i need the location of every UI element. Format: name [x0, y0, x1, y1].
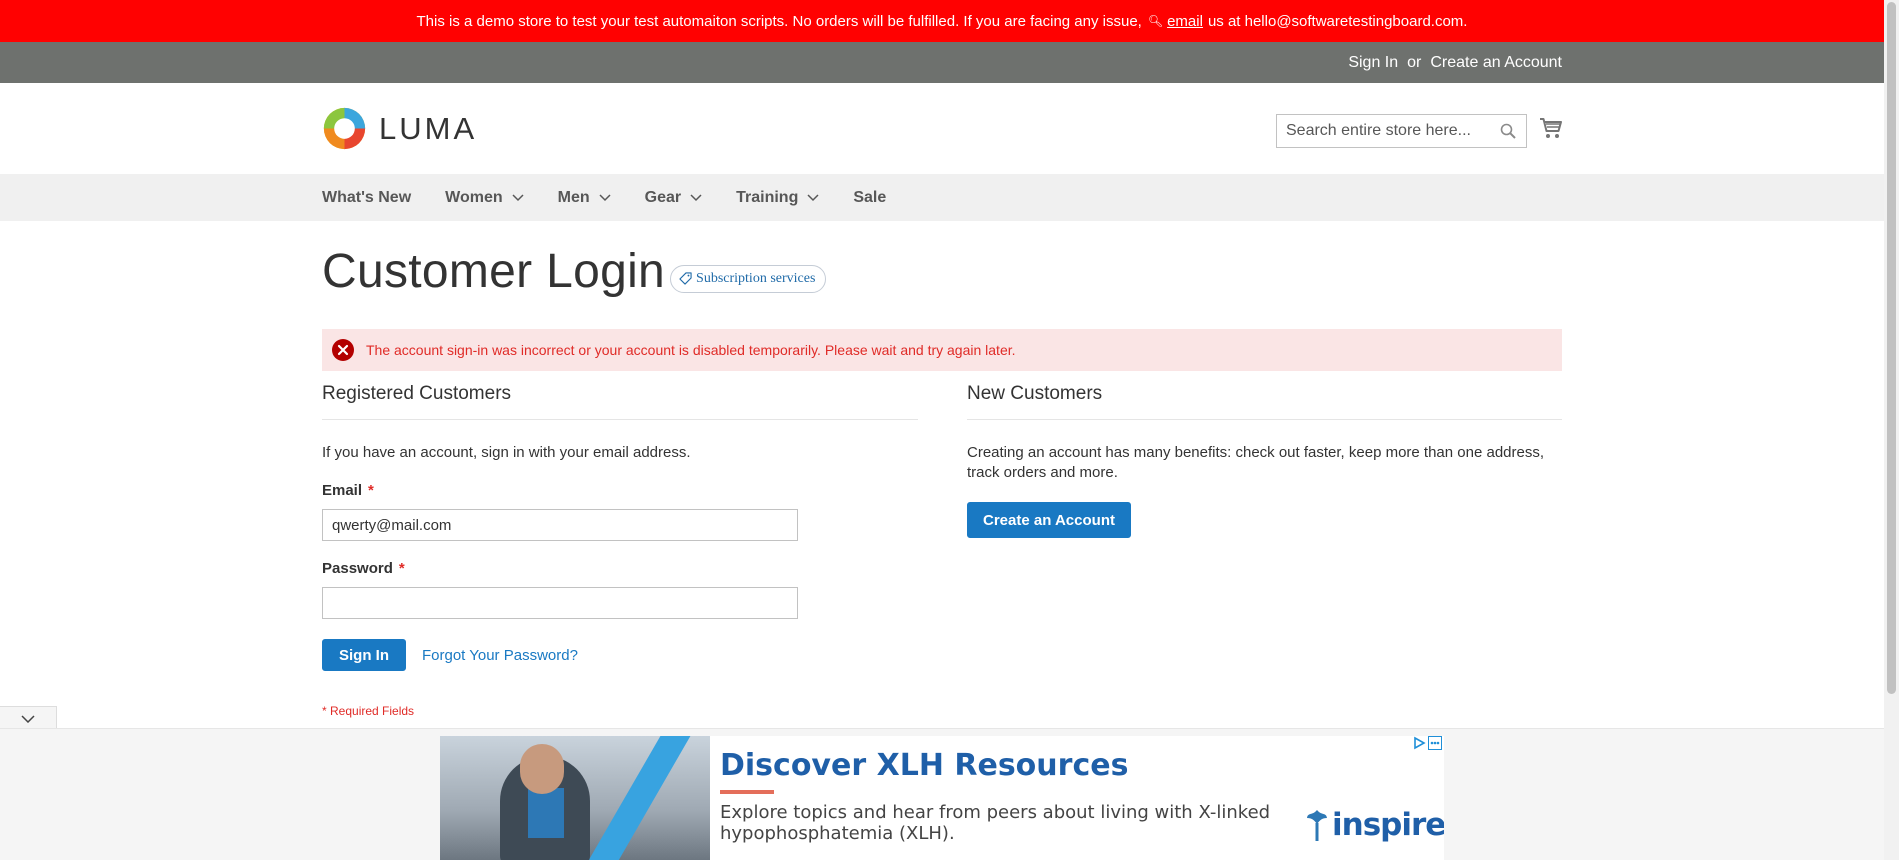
- ad-choices[interactable]: [1412, 736, 1442, 750]
- create-account-button[interactable]: Create an Account: [967, 502, 1131, 538]
- nav-item-whats-new[interactable]: What's New: [322, 189, 411, 207]
- required-marker: *: [398, 560, 405, 577]
- luma-logo[interactable]: LUMA: [322, 106, 477, 151]
- search-icon[interactable]: [1500, 123, 1516, 139]
- ad-options-icon[interactable]: [1428, 736, 1442, 750]
- search-box: [1276, 114, 1527, 148]
- registered-customers-title: Registered Customers: [322, 383, 918, 420]
- nav-item-gear[interactable]: Gear: [645, 189, 702, 207]
- registered-customers-block: Registered Customers If you have an acco…: [322, 383, 918, 718]
- logo-text: LUMA: [379, 110, 478, 146]
- title-row: Customer Login Subscription services: [322, 244, 827, 299]
- email-label-text: Email: [322, 482, 363, 499]
- ad-brand-logo: inspire: [1304, 806, 1444, 844]
- ad-divider: [720, 790, 774, 794]
- chevron-down-icon: [690, 193, 702, 201]
- ad-body: Explore topics and hear from peers about…: [720, 802, 1271, 844]
- password-label-text: Password: [322, 560, 393, 577]
- sign-in-button[interactable]: Sign In: [322, 639, 406, 671]
- sign-in-link[interactable]: Sign In: [1348, 54, 1398, 72]
- ad-brand-text: inspire: [1332, 807, 1444, 843]
- forgot-password-link[interactable]: Forgot Your Password?: [422, 647, 578, 664]
- new-customers-text: Creating an account has many benefits: c…: [967, 444, 1545, 481]
- luma-logo-icon: [323, 107, 366, 150]
- nav-item-label: Gear: [644, 188, 682, 206]
- ad-brand-icon: [1307, 810, 1327, 841]
- ad-collapse-toggle[interactable]: [0, 706, 57, 730]
- nav-item-women[interactable]: Women: [445, 188, 524, 207]
- required-fields-note: * Required Fields: [322, 704, 415, 718]
- registered-intro: If you have an account, sign in with you…: [322, 444, 691, 461]
- cart-icon[interactable]: [1539, 116, 1563, 140]
- email-label: Email *: [322, 482, 918, 499]
- nav-item-sale[interactable]: Sale: [853, 189, 886, 207]
- scrollbar-thumb[interactable]: [1887, 2, 1896, 694]
- ad-photo: [440, 736, 710, 860]
- page-scrollbar[interactable]: [1884, 0, 1899, 860]
- page-title: Customer Login: [322, 245, 666, 298]
- search-input[interactable]: [1277, 122, 1477, 140]
- nav-item-label: Training: [736, 188, 799, 206]
- demo-notice-bar: This is a demo store to test your test a…: [0, 0, 1884, 42]
- create-account-link[interactable]: Create an Account: [1430, 54, 1562, 72]
- ad-headline: Discover XLH Resources: [720, 748, 1129, 783]
- main-nav: What's New Women Men Gear Training Sale: [0, 174, 1884, 221]
- password-field[interactable]: [322, 587, 798, 619]
- error-icon: [332, 339, 354, 361]
- new-customers-title: New Customers: [967, 383, 1562, 420]
- nav-item-training[interactable]: Training: [736, 189, 819, 207]
- error-message: The account sign-in was incorrect or you…: [322, 329, 1562, 371]
- chevron-down-icon: [512, 193, 524, 201]
- or-separator: or: [1407, 53, 1422, 71]
- nav-item-label: What's New: [322, 188, 412, 206]
- demo-notice-text-after: us at hello@softwaretestingboard.com.: [1207, 12, 1468, 30]
- adchoices-icon[interactable]: [1412, 736, 1426, 750]
- chevron-down-icon: [21, 714, 35, 723]
- chevron-down-icon: [599, 193, 611, 201]
- error-message-text: The account sign-in was incorrect or you…: [366, 342, 1016, 358]
- email-field[interactable]: qwerty@mail.com: [322, 509, 798, 541]
- ad-banner[interactable]: Discover XLH Resources Explore topics an…: [440, 736, 1444, 860]
- magnifier-icon: 🔍︎: [1147, 14, 1164, 28]
- demo-notice-text: This is a demo store to test your test a…: [416, 12, 1142, 30]
- subscription-services-badge[interactable]: Subscription services: [670, 264, 827, 293]
- nav-item-label: Sale: [853, 188, 887, 206]
- required-marker: *: [368, 482, 374, 499]
- tag-icon: [679, 272, 692, 285]
- demo-email-link[interactable]: email: [1167, 13, 1203, 30]
- chevron-down-icon: [807, 193, 819, 201]
- top-links-bar: Sign In or Create an Account: [0, 42, 1884, 83]
- nav-item-men[interactable]: Men: [558, 189, 611, 207]
- password-label: Password *: [322, 560, 918, 577]
- page: This is a demo store to test your test a…: [0, 0, 1899, 860]
- nav-item-label: Men: [557, 188, 590, 206]
- site-header: LUMA: [0, 83, 1884, 174]
- nav-item-label: Women: [445, 188, 503, 206]
- new-customers-block: New Customers Creating an account has ma…: [967, 383, 1562, 538]
- login-actions: Sign In Forgot Your Password?: [322, 639, 918, 671]
- subscription-services-label: Subscription services: [696, 270, 816, 286]
